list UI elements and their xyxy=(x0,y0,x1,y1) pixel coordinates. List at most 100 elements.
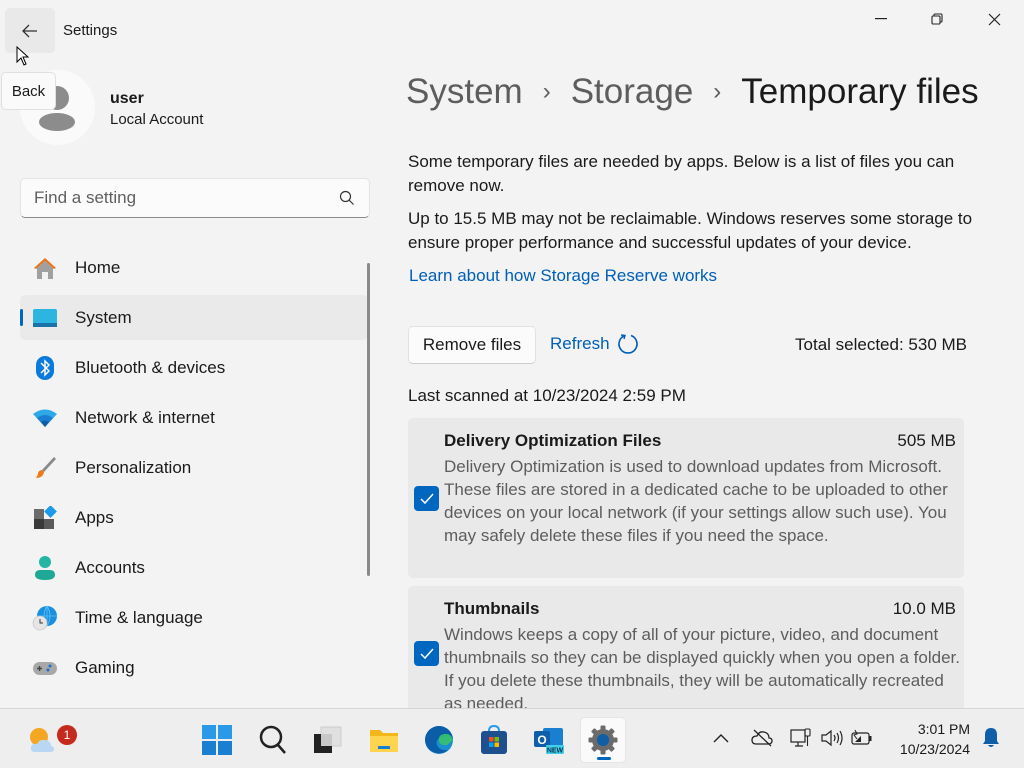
back-tooltip: Back xyxy=(1,72,56,110)
arrow-left-icon xyxy=(22,24,37,37)
sidebar-item-label: Bluetooth & devices xyxy=(75,357,226,377)
sidebar-item-time-language[interactable]: Time & language xyxy=(20,595,368,640)
search-icon[interactable] xyxy=(339,190,355,206)
sidebar-item-label: Home xyxy=(75,257,121,277)
system-icon xyxy=(32,305,58,331)
taskbar-edge[interactable] xyxy=(416,717,462,763)
restore-icon xyxy=(931,13,943,25)
sidebar-item-home[interactable]: Home xyxy=(20,245,368,290)
total-selected: Total selected: 530 MB xyxy=(795,335,967,354)
taskbar-outlook[interactable]: O NEW xyxy=(526,717,572,763)
restore-button[interactable] xyxy=(909,0,965,38)
taskbar-start[interactable] xyxy=(194,717,240,763)
outlook-new-icon: ONEW xyxy=(534,728,564,755)
category-description: Windows keeps a copy of all of your pict… xyxy=(444,625,960,713)
running-indicator xyxy=(597,757,611,760)
minimize-icon xyxy=(875,18,887,20)
sidebar-item-label: Gaming xyxy=(75,657,135,677)
folder-icon xyxy=(370,730,398,752)
intro-text: Some temporary files are needed by apps.… xyxy=(408,152,955,195)
microsoft-store-icon xyxy=(481,725,507,754)
sidebar-item-accounts[interactable]: Accounts xyxy=(20,545,368,590)
svg-text:O: O xyxy=(537,733,546,747)
sidebar-item-system[interactable]: System xyxy=(20,295,368,340)
sidebar-item-bluetooth[interactable]: Bluetooth & devices xyxy=(20,345,368,390)
sidebar-item-gaming[interactable]: Gaming xyxy=(20,645,368,690)
search-icon xyxy=(259,725,286,754)
paintbrush-icon xyxy=(32,455,58,481)
taskbar-store[interactable] xyxy=(471,717,517,763)
close-button[interactable] xyxy=(966,0,1022,38)
time-language-icon xyxy=(32,605,58,631)
checkmark-icon xyxy=(419,648,434,659)
active-indicator xyxy=(20,309,23,326)
user-name: user xyxy=(110,90,144,107)
remove-files-button[interactable]: Remove files xyxy=(408,326,536,364)
page-title: Temporary files xyxy=(741,72,979,111)
sidebar-item-label: Accounts xyxy=(75,557,145,577)
edge-browser-icon xyxy=(425,726,453,754)
delivery-optimization-checkbox[interactable] xyxy=(414,486,439,511)
category-thumbnails[interactable]: Thumbnails 10.0 MB Windows keeps a copy … xyxy=(408,586,964,726)
thumbnails-checkbox[interactable] xyxy=(414,641,439,666)
wifi-icon xyxy=(32,405,58,431)
category-title: Thumbnails xyxy=(444,599,540,618)
taskbar-settings[interactable] xyxy=(580,717,626,763)
apps-icon xyxy=(32,505,58,531)
clock-time: 3:01 PM xyxy=(917,721,970,737)
breadcrumb: System › Storage › Temporary files xyxy=(406,72,979,112)
clock-date: 10/23/2024 xyxy=(899,741,970,757)
category-size: 10.0 MB xyxy=(892,599,956,618)
windows-start-icon xyxy=(202,725,232,755)
gaming-icon xyxy=(32,655,58,681)
onedrive-offline-icon[interactable] xyxy=(751,729,773,747)
refresh-label: Refresh xyxy=(550,334,610,353)
bluetooth-icon xyxy=(32,355,58,381)
notification-bell-icon[interactable] xyxy=(982,727,1000,749)
sidebar-nav: Home System Bluetooth & devices Network … xyxy=(20,245,368,695)
notification-badge: 1 xyxy=(57,725,77,745)
sidebar-item-network[interactable]: Network & internet xyxy=(20,395,368,440)
taskbar-weather[interactable]: 1 xyxy=(19,717,77,763)
account-type: Local Account xyxy=(110,111,204,128)
minimize-button[interactable] xyxy=(853,0,909,38)
sidebar-item-apps[interactable]: Apps xyxy=(20,495,368,540)
category-size: 505 MB xyxy=(897,431,956,450)
close-icon xyxy=(988,13,1000,25)
checkmark-icon xyxy=(419,493,434,504)
app-title: Settings xyxy=(63,22,118,39)
category-description: Delivery Optimization is used to downloa… xyxy=(444,457,948,545)
sidebar-item-label: System xyxy=(75,307,132,327)
task-view-icon xyxy=(314,726,342,753)
sidebar-item-personalization[interactable]: Personalization xyxy=(20,445,368,490)
home-icon xyxy=(32,255,58,281)
taskbar-file-explorer[interactable] xyxy=(361,717,407,763)
breadcrumb-separator: › xyxy=(542,78,551,105)
breadcrumb-separator: › xyxy=(713,78,722,105)
refresh-icon xyxy=(617,334,638,354)
breadcrumb-storage[interactable]: Storage xyxy=(571,72,694,112)
category-delivery-optimization[interactable]: Delivery Optimization Files 505 MB Deliv… xyxy=(408,418,964,578)
network-ethernet-icon[interactable] xyxy=(790,728,812,750)
volume-icon[interactable] xyxy=(821,729,843,747)
sidebar-item-label: Time & language xyxy=(75,607,203,627)
search-box[interactable] xyxy=(20,178,370,218)
sidebar-item-label: Network & internet xyxy=(75,407,215,427)
accounts-icon xyxy=(32,555,58,581)
clock[interactable]: 3:01 PM 10/23/2024 xyxy=(900,719,970,759)
taskbar-task-view[interactable] xyxy=(305,717,351,763)
sidebar-item-label: Personalization xyxy=(75,457,192,477)
breadcrumb-system[interactable]: System xyxy=(406,72,523,112)
svg-text:NEW: NEW xyxy=(547,748,564,755)
settings-gear-icon xyxy=(588,725,618,755)
search-input[interactable] xyxy=(34,188,324,208)
reserve-note: Up to 15.5 MB may not be reclaimable. Wi… xyxy=(408,209,973,252)
sidebar-scrollbar[interactable] xyxy=(367,263,370,576)
taskbar-search[interactable] xyxy=(250,717,296,763)
back-button[interactable] xyxy=(5,8,55,53)
refresh-button[interactable]: Refresh xyxy=(550,333,639,355)
battery-charging-icon[interactable] xyxy=(851,729,873,747)
storage-reserve-link[interactable]: Learn about how Storage Reserve works xyxy=(409,266,717,286)
chevron-up-icon[interactable] xyxy=(713,733,729,743)
taskbar: 1 O NEW 3:01 PM 10/23/2024 xyxy=(0,708,1024,768)
